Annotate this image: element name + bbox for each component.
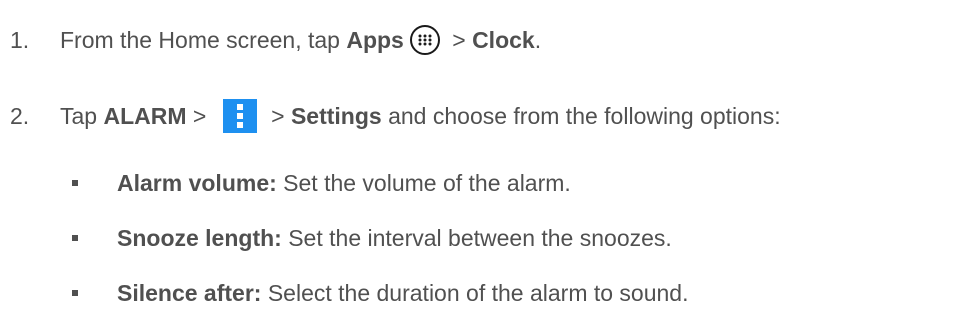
step-1: 1. From the Home screen, tap Apps > Cloc… — [0, 20, 955, 60]
separator: > — [264, 102, 291, 129]
apps-label: Apps — [346, 26, 404, 53]
option-description: Set the interval between the snoozes. — [281, 224, 672, 251]
option-description: Set the volume of the alarm. — [276, 169, 571, 196]
step-text-before: From the Home screen, tap — [60, 26, 347, 53]
apps-grid-icon — [409, 25, 440, 55]
step-number: 1. — [10, 26, 30, 53]
step-2: 2. Tap ALARM > > Settings and choose fro… — [0, 96, 955, 136]
option-text: Silence after: Select the duration of th… — [117, 280, 689, 307]
step-text: Tap ALARM > > Settings and choose from t… — [60, 99, 781, 133]
apps-grid-icon-glyph — [418, 34, 432, 46]
step-text: From the Home screen, tap Apps > Clock . — [60, 25, 541, 55]
option-item: Alarm volume: Set the volume of the alar… — [0, 163, 955, 203]
settings-label: Settings — [290, 102, 382, 129]
bullet-marker — [72, 180, 78, 186]
option-text: Alarm volume: Set the volume of the alar… — [117, 170, 571, 197]
clock-label: Clock — [472, 26, 535, 53]
option-label: Silence after: — [117, 279, 262, 306]
option-description: Select the duration of the alarm to soun… — [261, 279, 689, 306]
step-text-before: Tap — [60, 102, 104, 129]
more-vert-icon-glyph — [236, 104, 243, 128]
option-label: Snooze length: — [117, 224, 282, 251]
separator: > — [186, 102, 213, 129]
more-vert-icon — [222, 99, 257, 133]
option-item: Snooze length: Set the interval between … — [0, 218, 955, 258]
bullet-marker — [72, 235, 78, 241]
option-label: Alarm volume: — [117, 169, 277, 196]
option-text: Snooze length: Set the interval between … — [117, 225, 672, 252]
bullet-marker — [72, 290, 78, 296]
step-end: . — [534, 26, 542, 53]
step-text-after: and choose from the following options: — [381, 102, 781, 129]
option-item: Silence after: Select the duration of th… — [0, 273, 955, 313]
separator: > — [445, 26, 473, 53]
step-number: 2. — [10, 102, 30, 129]
alarm-label: ALARM — [103, 102, 187, 129]
